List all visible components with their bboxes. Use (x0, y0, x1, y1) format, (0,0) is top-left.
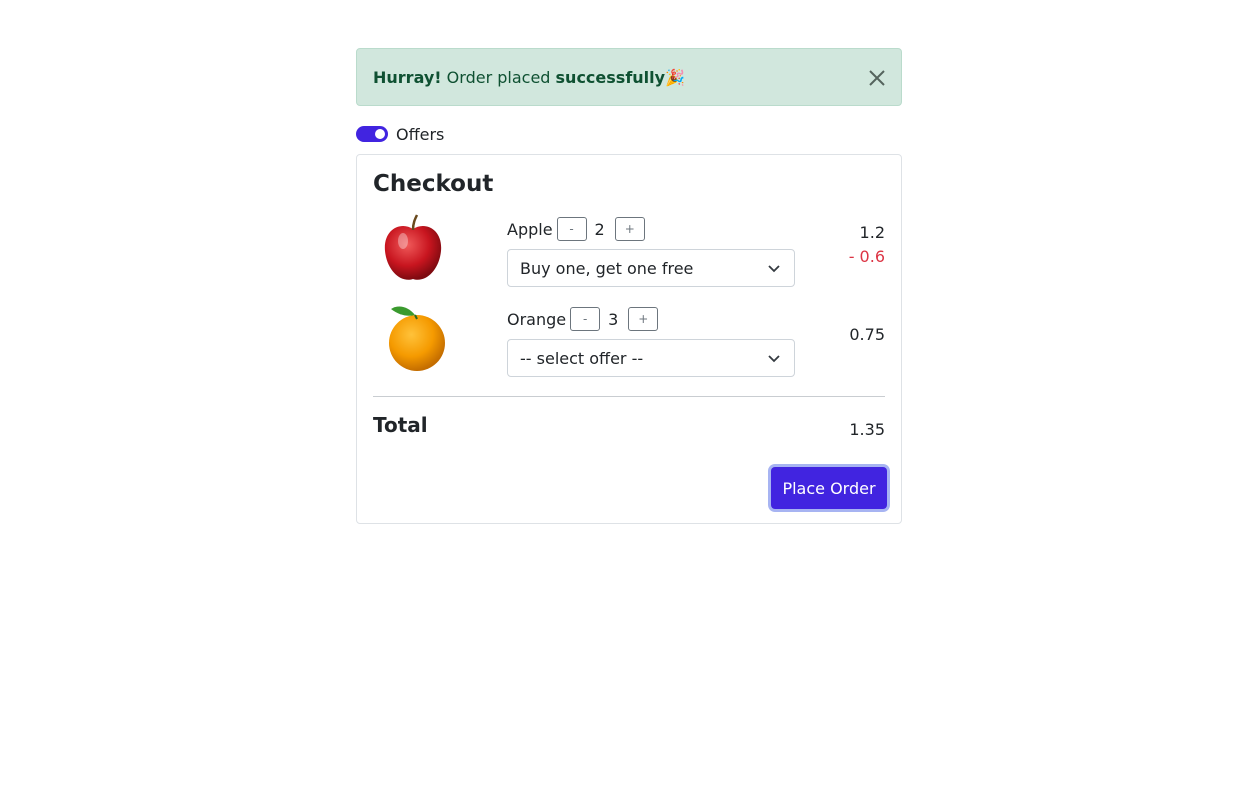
checkout-title: Checkout (373, 171, 494, 197)
offer-select[interactable]: -- select offer -- (507, 339, 795, 377)
alert-strong-2: successfully (555, 67, 666, 87)
chevron-down-icon (768, 355, 780, 363)
alert-text: Order placed (441, 67, 556, 87)
orange-name-row: Orange - 3 + (507, 307, 659, 331)
checkout-item-orange: Orange - 3 + -- select offer -- 0.75 (373, 303, 885, 383)
offers-toggle-row: Offers (356, 124, 444, 144)
offers-label: Offers (396, 124, 445, 144)
offer-select-value: -- select offer -- (520, 348, 644, 368)
alert-message: Hurray! Order placed successfully🎉 (373, 68, 685, 87)
total-value: 1.35 (849, 420, 885, 439)
offer-select[interactable]: Buy one, get one free (507, 249, 795, 287)
close-icon[interactable] (867, 68, 887, 88)
decrement-button[interactable]: - (570, 307, 601, 331)
total-label: Total (373, 413, 428, 437)
item-price: 0.75 (849, 325, 885, 344)
alert-strong: Hurray! (373, 67, 442, 87)
item-discount: - 0.6 (848, 247, 885, 266)
orange-image (389, 306, 445, 371)
apple-name-row: Apple - 2 + (507, 217, 645, 241)
offers-toggle-switch[interactable] (356, 126, 388, 142)
divider (373, 396, 885, 397)
increment-button[interactable]: + (614, 217, 645, 241)
page-wrapper: Hurray! Order placed successfully🎉 Offer… (356, 48, 902, 524)
checkout-item-apple: Apple - 2 + Buy one, get one free 1.2 - … (373, 213, 885, 293)
quantity-value: 2 (594, 219, 605, 239)
apple-image (384, 214, 442, 280)
item-price: 1.2 (859, 223, 885, 242)
offer-select-value: Buy one, get one free (520, 258, 694, 278)
checkout-card: Checkout Apple - 2 + Buy one, get one fr… (356, 154, 902, 524)
item-name: Apple (507, 219, 553, 239)
decrement-button[interactable]: - (556, 217, 587, 241)
chevron-down-icon (768, 265, 780, 273)
item-name: Orange (507, 309, 567, 329)
quantity-value: 3 (608, 309, 619, 329)
increment-button[interactable]: + (628, 307, 659, 331)
success-alert: Hurray! Order placed successfully🎉 (356, 48, 902, 106)
party-icon: 🎉 (665, 67, 685, 87)
place-order-button[interactable]: Place Order (771, 467, 887, 509)
